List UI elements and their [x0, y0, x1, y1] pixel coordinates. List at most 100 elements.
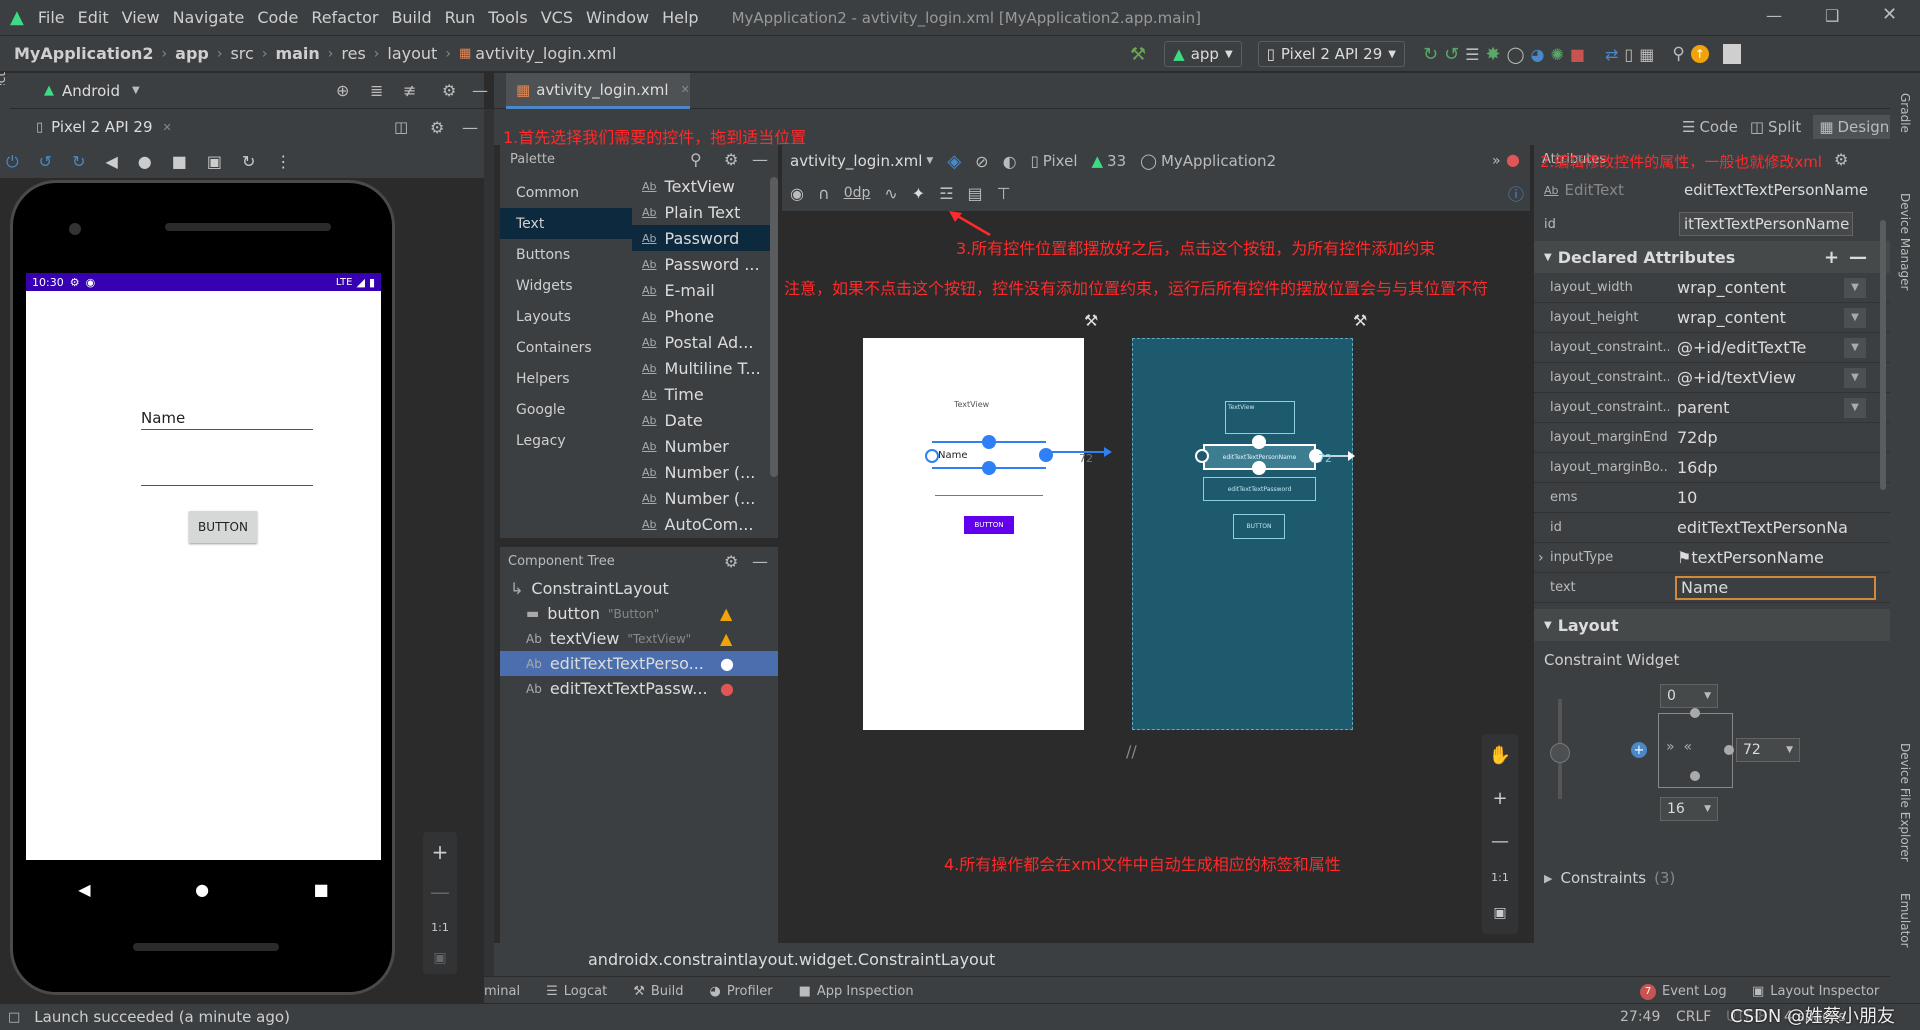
- phone-home-icon[interactable]: ●: [195, 880, 209, 899]
- project-view-select[interactable]: Android: [62, 82, 120, 100]
- palette-item[interactable]: Ab E-mail: [632, 277, 770, 303]
- menu-help[interactable]: Help: [662, 8, 698, 27]
- palette-item[interactable]: Ab Time: [632, 381, 770, 407]
- back-icon[interactable]: ◀: [105, 152, 117, 171]
- hide-icon[interactable]: —: [752, 552, 768, 571]
- breadcrumb-item[interactable]: app: [175, 44, 209, 63]
- attach-debugger-icon[interactable]: ✺: [1550, 45, 1563, 64]
- expand-icon[interactable]: ≣: [370, 81, 383, 100]
- phone-screen[interactable]: Name BUTTON: [26, 273, 381, 860]
- design-preview[interactable]: TextView Name BUTTON: [863, 338, 1084, 730]
- tree-root[interactable]: ↳ ConstraintLayout: [500, 576, 778, 601]
- emulator-tool-tab[interactable]: Emulator: [1898, 893, 1912, 948]
- attribute-value[interactable]: parent: [1669, 398, 1844, 417]
- palette-item[interactable]: Ab AutoCom...: [632, 511, 770, 534]
- build-tab[interactable]: ⚒ Build: [633, 984, 683, 999]
- profiler-tab[interactable]: ◕ Profiler: [709, 984, 772, 999]
- power-icon[interactable]: ⏻: [6, 152, 19, 172]
- palette-category-google[interactable]: Google: [500, 394, 632, 425]
- menu-file[interactable]: File: [38, 8, 65, 27]
- palette-item[interactable]: Ab Multiline T...: [632, 355, 770, 381]
- palette-item[interactable]: Ab TextView: [632, 173, 770, 199]
- tree-node[interactable]: Ab editTextTextPassw... ●: [500, 676, 778, 701]
- add-attr-icon[interactable]: +: [1824, 247, 1839, 268]
- top-anchor[interactable]: [1690, 708, 1700, 718]
- locate-icon[interactable]: ⊕: [336, 81, 349, 100]
- input-type-wrap[interactable]: ⚑ textPersonName: [1669, 548, 1890, 567]
- attribute-value[interactable]: @+id/textView: [1669, 368, 1844, 387]
- attribute-value[interactable]: 72dp: [1669, 428, 1890, 447]
- breadcrumb-item[interactable]: layout: [387, 44, 437, 63]
- restore-icon[interactable]: ❑: [1825, 6, 1839, 25]
- layers-icon[interactable]: ◈: [947, 151, 961, 172]
- palette-category-buttons[interactable]: Buttons: [500, 239, 632, 270]
- attributes-scrollbar[interactable]: [1880, 220, 1886, 490]
- hide-icon[interactable]: —: [472, 81, 488, 100]
- magnet-icon[interactable]: ∩: [818, 184, 830, 203]
- palette-item[interactable]: Ab Phone: [632, 303, 770, 329]
- palette-item[interactable]: Ab Number (...: [632, 459, 770, 485]
- close-icon[interactable]: ✕: [1882, 4, 1897, 25]
- debug-icon[interactable]: ✸: [1486, 44, 1501, 65]
- close-tab-icon[interactable]: ✕: [681, 83, 690, 96]
- mode-split[interactable]: Split: [1768, 118, 1801, 136]
- blueprint-edit2[interactable]: editTextTextPassword: [1203, 477, 1316, 501]
- event-log-tab[interactable]: 7 Event Log: [1640, 983, 1727, 1000]
- tree-node[interactable]: ▬ button "Button" ▲: [500, 601, 778, 626]
- theme-combo[interactable]: ◯ MyApplication2: [1140, 152, 1276, 170]
- hide-icon[interactable]: —: [462, 118, 478, 137]
- right-anchor[interactable]: [1724, 745, 1734, 755]
- breadcrumb-item[interactable]: src: [230, 44, 253, 63]
- phone-overview-icon[interactable]: ■: [314, 880, 329, 899]
- id-input[interactable]: itTextTextPersonName: [1679, 212, 1853, 236]
- device-file-explorer-tab[interactable]: Device File Explorer: [1898, 743, 1912, 862]
- zoom-in-icon[interactable]: +: [1486, 785, 1514, 813]
- emulator-tab[interactable]: Pixel 2 API 29: [51, 118, 152, 136]
- attribute-value[interactable]: wrap_content: [1669, 308, 1844, 327]
- breadcrumb-item[interactable]: MyApplication2: [14, 44, 154, 63]
- margin-value[interactable]: 0dp: [844, 185, 871, 201]
- more-icon[interactable]: ⋮: [275, 152, 291, 171]
- margin-bottom-select[interactable]: 16 ▼: [1660, 797, 1718, 821]
- chevron-down-icon[interactable]: ▼: [1844, 367, 1866, 388]
- bp-handle-left[interactable]: [1195, 449, 1209, 463]
- remove-attr-icon[interactable]: —: [1849, 247, 1867, 268]
- tree-node[interactable]: Ab textView "TextView" ▲: [500, 626, 778, 651]
- menu-edit[interactable]: Edit: [78, 8, 109, 27]
- breadcrumb-item[interactable]: avtivity_login.xml: [475, 44, 616, 63]
- palette-item[interactable]: Ab Plain Text: [632, 199, 770, 225]
- camera-icon[interactable]: ▣: [207, 152, 222, 171]
- zoom-fit-label[interactable]: 1:1: [431, 921, 449, 934]
- clear-constraints-icon[interactable]: ∿: [884, 184, 897, 203]
- menu-tools[interactable]: Tools: [488, 8, 527, 27]
- logcat-tab[interactable]: ☰ Logcat: [546, 984, 607, 999]
- chevron-down-icon[interactable]: ▼: [1844, 307, 1866, 328]
- preview-wrench-icon[interactable]: ⚒: [1084, 311, 1098, 330]
- bottom-anchor[interactable]: [1690, 771, 1700, 781]
- run-config-select[interactable]: ▲ app ▼: [1164, 41, 1242, 67]
- gauge-icon[interactable]: ◕: [1531, 45, 1545, 64]
- app-button[interactable]: BUTTON: [189, 511, 257, 543]
- palette-category-containers[interactable]: Containers: [500, 332, 632, 363]
- editor-file-tab[interactable]: ▦ avtivity_login.xml ✕: [506, 73, 690, 109]
- mode-design-button[interactable]: ▦ Design: [1813, 115, 1896, 139]
- preview-textview[interactable]: TextView: [954, 400, 989, 409]
- handle-left[interactable]: [925, 449, 939, 463]
- avatar-icon[interactable]: [1722, 44, 1741, 64]
- cursor-position[interactable]: 27:49: [1620, 1009, 1660, 1025]
- handle-top[interactable]: [982, 435, 996, 449]
- design-canvas[interactable]: TextView Name BUTTON 72 ⚒ TextView editT…: [782, 211, 1530, 943]
- device-manager-tab[interactable]: Device Manager: [1898, 193, 1912, 290]
- mode-code[interactable]: Code: [1699, 118, 1737, 136]
- avd-manager-icon[interactable]: ▯: [1624, 45, 1633, 64]
- menu-run[interactable]: Run: [445, 8, 476, 27]
- blueprint-wrench-icon[interactable]: ⚒: [1353, 311, 1367, 330]
- gear-icon[interactable]: ⚙: [442, 81, 456, 100]
- bias-knob[interactable]: [1550, 743, 1570, 763]
- palette-item[interactable]: Ab Number: [632, 433, 770, 459]
- attribute-value[interactable]: textPersonName: [1691, 548, 1824, 567]
- palette-item[interactable]: Ab Postal Ad...: [632, 329, 770, 355]
- help-icon[interactable]: ⓘ: [1508, 181, 1524, 205]
- phone-back-icon[interactable]: ◀: [78, 880, 90, 899]
- stop-icon[interactable]: ■: [1570, 45, 1585, 64]
